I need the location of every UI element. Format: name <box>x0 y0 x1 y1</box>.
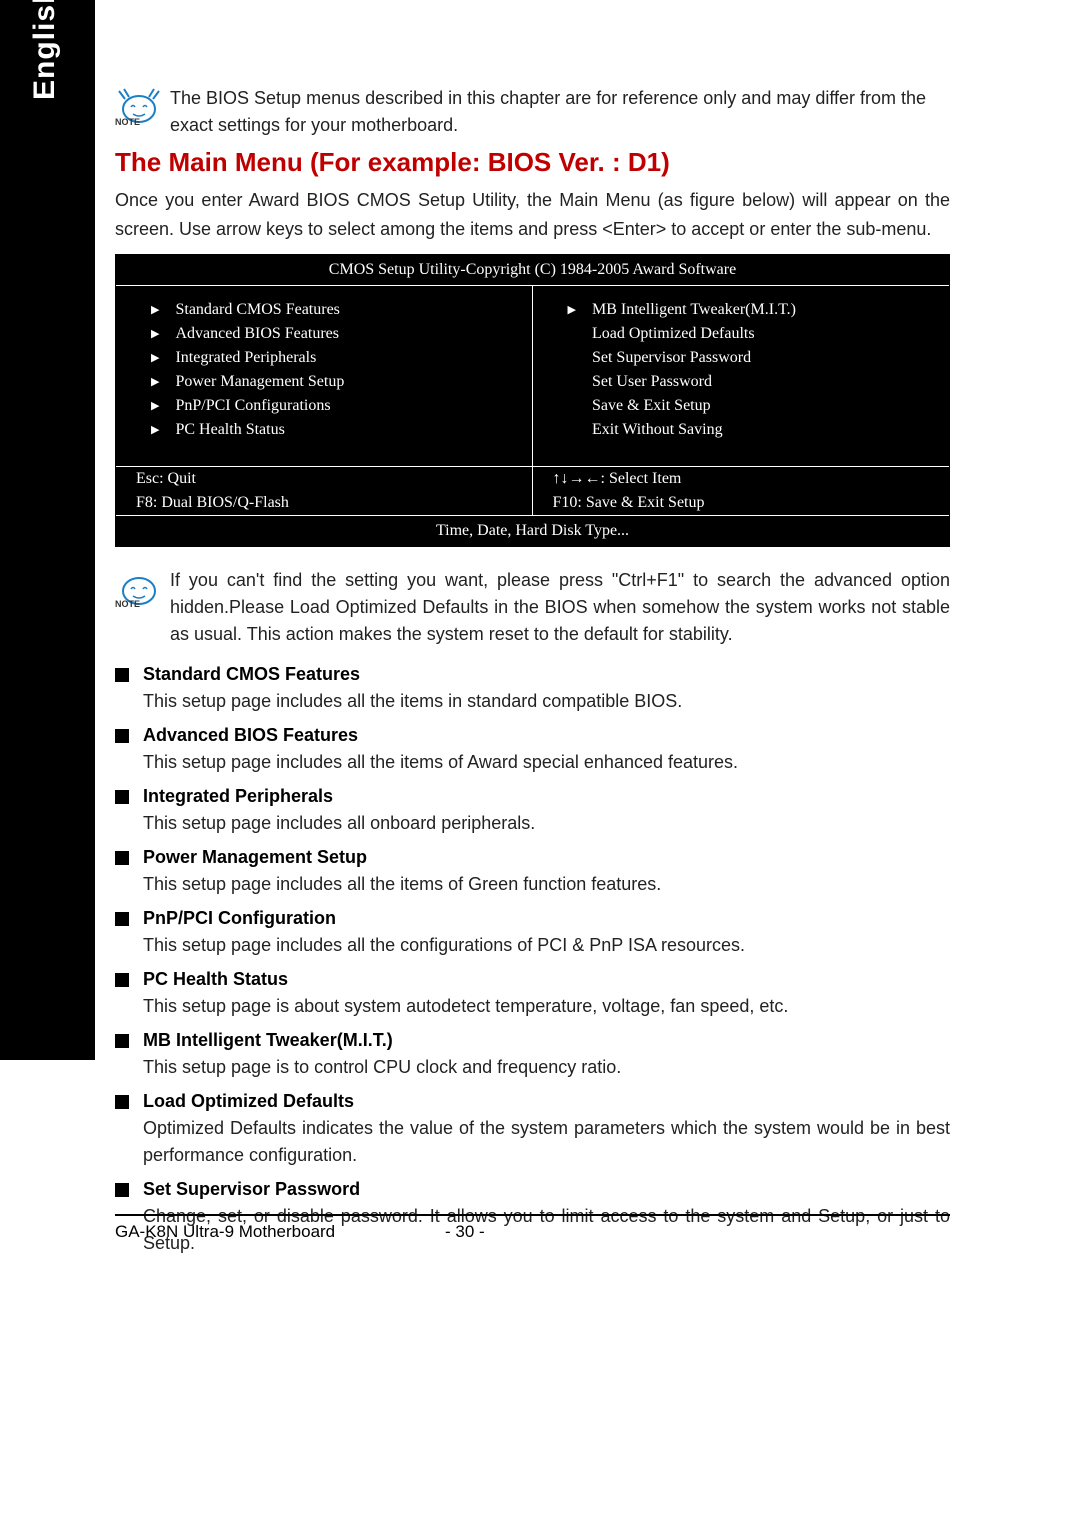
note-block-1: NOTE The BIOS Setup menus described in t… <box>115 85 950 139</box>
bullet-square-icon <box>115 790 129 804</box>
bios-item-label: Advanced BIOS Features <box>175 325 339 343</box>
main-heading: The Main Menu (For example: BIOS Ver. : … <box>115 147 950 178</box>
bios-item[interactable]: ▶ MB Intelligent Tweaker(M.I.T.) <box>568 298 930 322</box>
bullet-square-icon <box>115 668 129 682</box>
bios-item-label: PnP/PCI Configurations <box>175 397 330 415</box>
note-block-2: NOTE If you can't find the setting you w… <box>115 567 950 648</box>
feature-block: Integrated Peripherals This setup page i… <box>115 786 950 837</box>
triangle-icon: ▶ <box>151 327 159 340</box>
feature-desc: This setup page is to control CPU clock … <box>143 1054 950 1081</box>
bullet-square-icon <box>115 1095 129 1109</box>
key-f10: F10: Save & Exit Setup <box>533 491 950 515</box>
feature-title: Integrated Peripherals <box>143 786 333 807</box>
bios-item-label: PC Health Status <box>175 421 284 439</box>
feature-block: PC Health Status This setup page is abou… <box>115 969 950 1020</box>
bios-item-label: Set Supervisor Password <box>592 349 751 367</box>
bios-menu: CMOS Setup Utility-Copyright (C) 1984-20… <box>115 254 950 547</box>
bullet-square-icon <box>115 851 129 865</box>
sidebar-black: English <box>0 0 95 1060</box>
bios-item[interactable]: ▶Set Supervisor Password <box>568 346 930 370</box>
bullet-square-icon <box>115 973 129 987</box>
bios-help-line: Time, Date, Hard Disk Type... <box>116 515 949 546</box>
key-f8: F8: Dual BIOS/Q-Flash <box>116 491 533 515</box>
bios-item-label: Integrated Peripherals <box>175 349 316 367</box>
page-content: NOTE The BIOS Setup menus described in t… <box>115 85 950 1267</box>
feature-desc: This setup page is about system autodete… <box>143 993 950 1020</box>
triangle-icon: ▶ <box>568 303 576 316</box>
bios-item[interactable]: ▶ Advanced BIOS Features <box>151 322 512 346</box>
feature-block: Load Optimized Defaults Optimized Defaul… <box>115 1091 950 1169</box>
feature-desc: This setup page includes all the configu… <box>143 932 950 959</box>
feature-desc: This setup page includes all the items o… <box>143 749 950 776</box>
bios-keys-row1: Esc: Quit ↑↓→←: Select Item <box>116 466 949 491</box>
bios-item[interactable]: ▶Save & Exit Setup <box>568 394 930 418</box>
bios-keys-row2: F8: Dual BIOS/Q-Flash F10: Save & Exit S… <box>116 491 949 515</box>
bios-item[interactable]: ▶ Integrated Peripherals <box>151 346 512 370</box>
bios-item[interactable]: ▶Load Optimized Defaults <box>568 322 930 346</box>
note-text-1: The BIOS Setup menus described in this c… <box>170 85 950 139</box>
feature-title: PC Health Status <box>143 969 288 990</box>
feature-title: MB Intelligent Tweaker(M.I.T.) <box>143 1030 393 1051</box>
feature-block: MB Intelligent Tweaker(M.I.T.) This setu… <box>115 1030 950 1081</box>
note-label: NOTE <box>115 117 140 127</box>
feature-block: PnP/PCI Configuration This setup page in… <box>115 908 950 959</box>
feature-title: Standard CMOS Features <box>143 664 360 685</box>
bios-item-label: Power Management Setup <box>175 373 344 391</box>
bullet-square-icon <box>115 1034 129 1048</box>
key-esc: Esc: Quit <box>116 467 533 491</box>
triangle-icon: ▶ <box>151 423 159 436</box>
bullet-square-icon <box>115 729 129 743</box>
triangle-icon: ▶ <box>151 351 159 364</box>
feature-desc: This setup page includes all the items i… <box>143 688 950 715</box>
bios-item[interactable]: ▶Set User Password <box>568 370 930 394</box>
feature-desc: This setup page includes all onboard per… <box>143 810 950 837</box>
note-icon: NOTE <box>115 569 170 607</box>
feature-title: Set Supervisor Password <box>143 1179 360 1200</box>
feature-block: Power Management Setup This setup page i… <box>115 847 950 898</box>
bullet-square-icon <box>115 1183 129 1197</box>
bios-left-col: ▶ Standard CMOS Features ▶ Advanced BIOS F… <box>116 286 533 466</box>
bios-item-label: Save & Exit Setup <box>592 397 711 415</box>
page-footer: GA-K8N Ultra-9 Motherboard - 30 - <box>115 1214 950 1242</box>
bios-right-col: ▶ MB Intelligent Tweaker(M.I.T.) ▶Load Op… <box>533 286 950 466</box>
bios-item[interactable]: ▶ Power Management Setup <box>151 370 512 394</box>
bios-item-label: MB Intelligent Tweaker(M.I.T.) <box>592 301 796 319</box>
feature-title: PnP/PCI Configuration <box>143 908 336 929</box>
bios-item-label: Standard CMOS Features <box>175 301 339 319</box>
bullet-square-icon <box>115 912 129 926</box>
bios-item[interactable]: ▶ Standard CMOS Features <box>151 298 512 322</box>
feature-block: Standard CMOS Features This setup page i… <box>115 664 950 715</box>
note-icon: NOTE <box>115 87 170 125</box>
bios-item[interactable]: ▶Exit Without Saving <box>568 418 930 442</box>
bios-item-label: Exit Without Saving <box>592 421 723 439</box>
feature-desc: Optimized Defaults indicates the value o… <box>143 1115 950 1169</box>
footer-page: - 30 - <box>445 1222 485 1242</box>
note-label: NOTE <box>115 599 140 609</box>
footer-model: GA-K8N Ultra-9 Motherboard <box>115 1222 445 1242</box>
note-text-2: If you can't find the setting you want, … <box>170 567 950 648</box>
intro-text: Once you enter Award BIOS CMOS Setup Uti… <box>115 186 950 244</box>
bios-item[interactable]: ▶ PnP/PCI Configurations <box>151 394 512 418</box>
triangle-icon: ▶ <box>151 375 159 388</box>
feature-title: Power Management Setup <box>143 847 367 868</box>
language-tab: English <box>28 0 62 100</box>
bios-item-label: Set User Password <box>592 373 712 391</box>
feature-title: Load Optimized Defaults <box>143 1091 354 1112</box>
key-arrows: ↑↓→←: Select Item <box>533 467 950 491</box>
bios-title: CMOS Setup Utility-Copyright (C) 1984-20… <box>116 255 949 286</box>
feature-desc: This setup page includes all the items o… <box>143 871 950 898</box>
triangle-icon: ▶ <box>151 303 159 316</box>
bios-item-label: Load Optimized Defaults <box>592 325 755 343</box>
feature-block: Advanced BIOS Features This setup page i… <box>115 725 950 776</box>
bios-item[interactable]: ▶ PC Health Status <box>151 418 512 442</box>
triangle-icon: ▶ <box>151 399 159 412</box>
feature-title: Advanced BIOS Features <box>143 725 358 746</box>
